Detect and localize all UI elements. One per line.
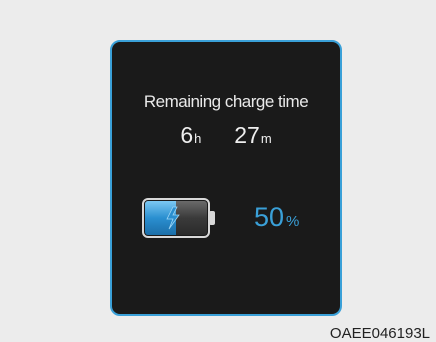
- charge-display-screen: Remaining charge time 6h 27m 50 %: [110, 40, 342, 316]
- minutes-value: 27: [234, 122, 260, 148]
- battery-charging-icon: [142, 198, 222, 238]
- hours-unit: h: [194, 131, 202, 146]
- remaining-charge-title: Remaining charge time: [143, 92, 309, 111]
- battery-graphic: [142, 198, 215, 238]
- battery-terminal: [209, 211, 215, 225]
- remaining-time-readout: 6h 27m: [112, 122, 340, 149]
- battery-percent-readout: 50%: [254, 202, 299, 233]
- battery-percent-value: 50: [254, 202, 285, 232]
- hours-value: 6: [180, 122, 194, 148]
- battery-percent-unit: %: [286, 213, 300, 230]
- figure-code-label: OAEE046193L: [329, 325, 430, 342]
- minutes-unit: m: [260, 131, 272, 146]
